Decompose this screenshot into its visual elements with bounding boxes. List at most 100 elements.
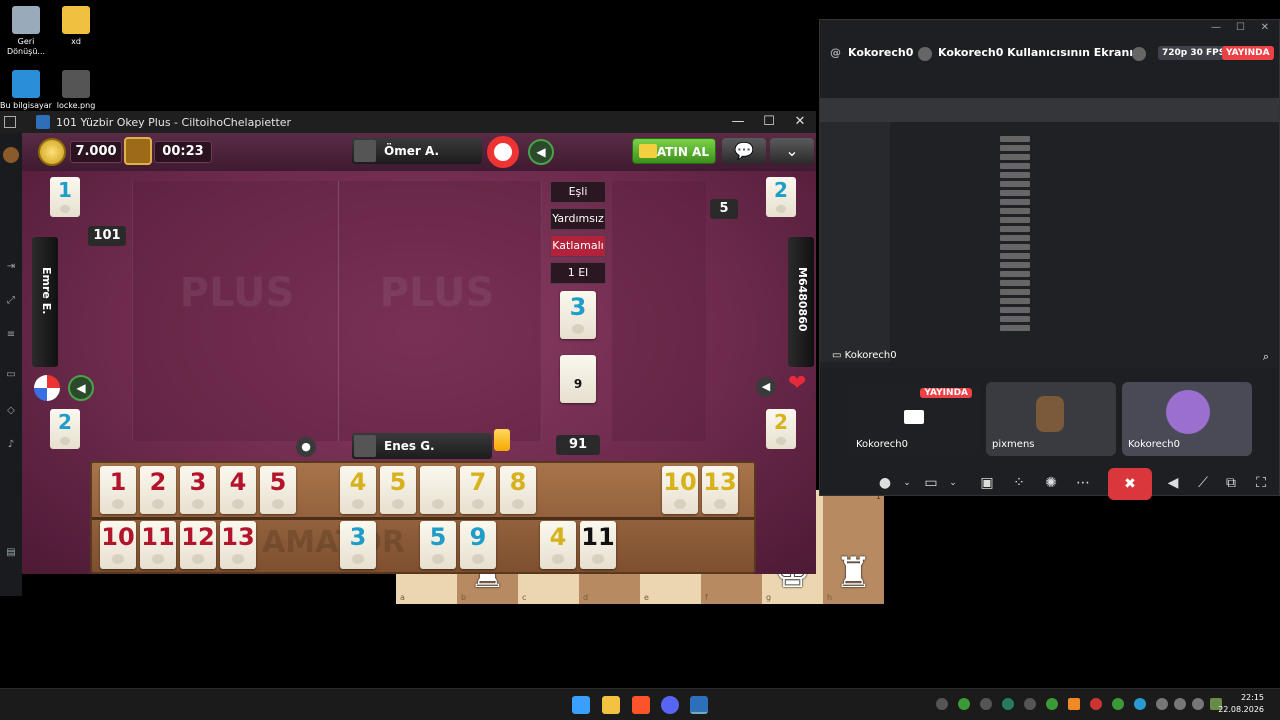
rack-tile[interactable]: 12 <box>180 521 216 569</box>
discord-icon[interactable] <box>661 696 679 714</box>
more-icon[interactable]: ⋯ <box>1070 470 1096 496</box>
corner-discard-tile[interactable]: 2 <box>50 409 80 449</box>
juice-glass-icon[interactable] <box>494 429 510 451</box>
heart-icon[interactable]: ❤ <box>788 371 806 396</box>
draw-pile-tile[interactable]: 9 <box>560 355 596 403</box>
rack-tile[interactable]: 3 <box>180 466 216 514</box>
brave-browser-icon[interactable] <box>632 696 650 714</box>
sliders-icon[interactable]: ≡ <box>4 329 18 341</box>
participant-tile[interactable]: pixmens <box>986 382 1116 456</box>
deafen-icon[interactable]: ⟋ <box>1190 470 1216 496</box>
corner-discard-tile[interactable]: 2 <box>766 409 796 449</box>
network-icon[interactable] <box>1174 698 1186 710</box>
fullscreen-icon[interactable]: ⛶ <box>1248 470 1274 496</box>
chevron-down-icon[interactable]: ⌄ <box>940 470 966 496</box>
rack-tile[interactable]: 4 <box>340 466 376 514</box>
rack-tile[interactable]: 13 <box>220 521 256 569</box>
rack-tile[interactable]: 3 <box>340 521 376 569</box>
discord-titlebar[interactable]: — ☐ ✕ <box>820 20 1279 38</box>
tray-icon[interactable] <box>980 698 992 710</box>
chess-square[interactable]: h ♜ 1 <box>823 490 884 604</box>
rack-tile[interactable]: 9 <box>460 521 496 569</box>
rack-tile[interactable]: 8 <box>500 466 536 514</box>
system-clock[interactable]: 22:15 22.08.2026 <box>1218 692 1264 716</box>
rack-tile[interactable]: 7 <box>460 466 496 514</box>
top-player[interactable]: Ömer A. <box>352 138 482 164</box>
game-titlebar[interactable]: 101 Yüzbir Okey Plus - CiltoihoChelapiet… <box>0 111 816 133</box>
windows-start-icon[interactable] <box>572 696 590 714</box>
okey-app-icon[interactable] <box>690 696 708 714</box>
lifebuoy-icon[interactable] <box>487 136 519 168</box>
tray-icon[interactable] <box>1002 698 1014 710</box>
rack-tile[interactable]: 11 <box>580 521 616 569</box>
right-player[interactable]: M6480860 <box>788 237 814 367</box>
volume-icon[interactable] <box>1192 698 1204 710</box>
microphone-icon[interactable] <box>1156 698 1168 710</box>
left-player[interactable]: Emre E. <box>32 237 58 367</box>
tag-icon[interactable]: ◇ <box>4 405 18 417</box>
rack-tile[interactable]: 10 <box>662 466 698 514</box>
rack-tile[interactable]: 10 <box>100 521 136 569</box>
rack-tile[interactable]: 1 <box>100 466 136 514</box>
corner-discard-tile[interactable]: 2 <box>766 177 796 217</box>
leave-call-button[interactable]: ✖ <box>1108 468 1152 500</box>
chat-button[interactable]: 💬 <box>722 138 766 164</box>
chevron-down-icon[interactable]: ⌄ <box>894 470 920 496</box>
rack-tile[interactable] <box>420 466 456 514</box>
rack-tile[interactable]: 4 <box>540 521 576 569</box>
file-explorer-icon[interactable] <box>602 696 620 714</box>
beach-ball-icon[interactable] <box>34 375 60 401</box>
zoom-icon[interactable]: ⌕ <box>1263 350 1269 364</box>
tray-icon[interactable] <box>1046 698 1058 710</box>
participant-tile[interactable]: YAYINDA Kokorech0 <box>850 382 980 456</box>
image-file-icon[interactable]: locke.png <box>50 70 102 111</box>
shared-screen-stream[interactable]: ▭ Kokorech0 ⌕ <box>820 98 1279 368</box>
rack-tile[interactable]: 2 <box>140 466 176 514</box>
login-icon[interactable]: ⇥ <box>4 261 18 273</box>
rack-tile[interactable]: 13 <box>702 466 738 514</box>
speaker-icon[interactable]: ◀ <box>756 377 776 397</box>
speaker-icon[interactable]: ♪ <box>4 439 18 451</box>
folder-icon[interactable]: xd <box>50 6 102 47</box>
volume-icon[interactable]: ◀ <box>1160 470 1186 496</box>
rack-tile[interactable]: 5 <box>380 466 416 514</box>
microphone-icon[interactable]: ● <box>296 437 316 457</box>
tray-icon[interactable] <box>1068 698 1080 710</box>
sound-icon[interactable]: ◀ <box>528 139 554 165</box>
rack-tile[interactable]: 4 <box>220 466 256 514</box>
tray-icon[interactable] <box>1112 698 1124 710</box>
sidebar-toggle-icon[interactable] <box>4 116 16 128</box>
minimize-button[interactable]: — <box>722 111 754 133</box>
activities-icon[interactable]: ⁘ <box>1006 470 1032 496</box>
popout-icon[interactable]: ⧉ <box>1218 470 1244 496</box>
maximize-button[interactable]: ☐ <box>753 111 785 133</box>
corner-discard-tile[interactable]: 1 <box>50 177 80 217</box>
rook-icon[interactable]: ♜ <box>835 552 873 594</box>
close-button[interactable]: ✕ <box>1261 22 1269 33</box>
tile-rack[interactable]: AMATÖR 1 2 3 4 5 4 5 7 8 10 13 10 11 12 13 3 5 9 4 11 <box>90 461 756 574</box>
rack-tile[interactable]: 5 <box>260 466 296 514</box>
bottom-player[interactable]: Enes G. <box>352 433 492 459</box>
rack-tile[interactable]: 5 <box>420 521 456 569</box>
keyboard-icon[interactable]: ▭ <box>4 369 18 381</box>
notes-icon[interactable]: ▤ <box>4 547 18 559</box>
treasure-chest-icon[interactable] <box>124 137 152 165</box>
channel-user[interactable]: Kokorech0 <box>848 38 913 68</box>
sound-icon[interactable]: ◀ <box>68 375 94 401</box>
minimize-button[interactable]: — <box>1211 22 1221 33</box>
screen-share-icon[interactable]: ▣ <box>974 470 1000 496</box>
buy-button[interactable]: SATIN AL <box>632 138 716 164</box>
recycle-bin-icon[interactable]: Geri Dönüşü... <box>0 6 52 57</box>
participant-tile[interactable]: Kokorech0 <box>1122 382 1252 456</box>
tray-icon[interactable] <box>1090 698 1102 710</box>
tray-icon[interactable] <box>1024 698 1036 710</box>
rack-tile[interactable]: 11 <box>140 521 176 569</box>
tray-icon[interactable] <box>1134 698 1146 710</box>
tray-icon[interactable] <box>936 698 948 710</box>
close-button[interactable]: ✕ <box>784 111 816 133</box>
maximize-button[interactable]: ☐ <box>1236 22 1245 33</box>
this-pc-icon[interactable]: Bu bilgisayar <box>0 70 52 111</box>
avatar[interactable] <box>3 147 19 163</box>
tray-icon[interactable] <box>958 698 970 710</box>
menu-button[interactable]: ⌄ <box>770 138 814 164</box>
